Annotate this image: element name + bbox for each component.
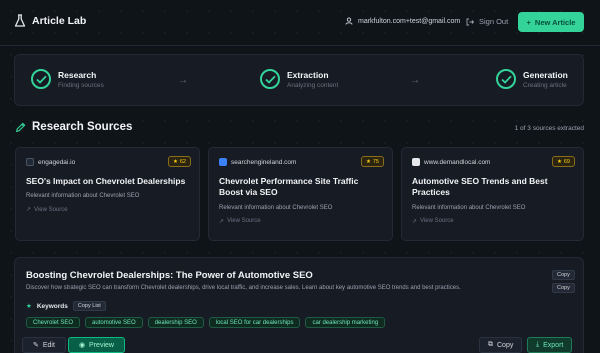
- score-badge: ★ 69: [551, 156, 575, 167]
- user-email: markfulton.com+test@gmail.com: [358, 17, 461, 25]
- keywords-row: ★ Keywords Copy List: [26, 301, 106, 311]
- new-article-label: New Article: [534, 17, 576, 27]
- sign-out-button[interactable]: Sign Out: [466, 17, 508, 26]
- score-value: 69: [563, 158, 570, 165]
- tab-preview[interactable]: ◉ Preview: [67, 337, 125, 353]
- card-description: Relevant information about Chevrolet SEO: [219, 204, 333, 211]
- view-source-label: View Source: [34, 206, 68, 213]
- user-icon: [345, 17, 353, 25]
- score-badge: ★ 75: [360, 156, 384, 167]
- step-research: Research Finding sources: [31, 69, 104, 89]
- score-badge: ★ 62: [167, 156, 191, 167]
- progress-steps: Research Finding sources → Extraction An…: [14, 54, 584, 106]
- source-card[interactable]: engagedai.io ★ 62 SEO's Impact on Chevro…: [15, 147, 200, 241]
- keyword-tag[interactable]: car dealership marketing: [305, 317, 386, 328]
- step-subtitle: Analyzing content: [287, 81, 339, 89]
- view-source-link[interactable]: ↗ View Source: [412, 218, 573, 225]
- sign-out-label: Sign Out: [479, 17, 509, 26]
- external-link-icon: ↗: [26, 207, 32, 214]
- check-circle-icon: [260, 69, 280, 89]
- app-title: Article Lab: [32, 15, 87, 27]
- score-value: 62: [179, 158, 186, 165]
- source-domain: www.demandlocal.com: [412, 156, 573, 168]
- domain-label: searchengineland.com: [231, 158, 297, 166]
- card-title: Automotive SEO Trends and Best Practices: [412, 176, 548, 198]
- domain-label: engagedai.io: [38, 158, 76, 166]
- star-icon: ★: [365, 158, 371, 165]
- keywords-label: Keywords: [36, 302, 68, 310]
- copy-icon: ⧉: [488, 341, 493, 348]
- export-label: Export: [543, 341, 564, 349]
- edit-icon: ✎: [33, 342, 39, 349]
- step-title: Generation: [523, 69, 568, 80]
- arrow-right-icon: →: [178, 75, 188, 86]
- copy-list-button[interactable]: Copy List: [72, 301, 106, 311]
- card-description: Relevant information about Chevrolet SEO: [26, 193, 140, 200]
- star-icon: ★: [556, 158, 562, 165]
- article-description: Discover how strategic SEO can transform…: [26, 285, 461, 291]
- section-title-label: Research Sources: [32, 121, 133, 133]
- external-link-icon: ↗: [412, 218, 418, 225]
- sources-count: 1 of 3 sources extracted: [514, 125, 584, 132]
- tab-edit-label: Edit: [42, 341, 55, 349]
- tab-edit[interactable]: ✎ Edit: [22, 337, 66, 353]
- copy-title-button[interactable]: Copy: [552, 270, 575, 280]
- step-subtitle: Finding sources: [58, 81, 104, 89]
- source-domain: searchengineland.com: [219, 156, 382, 168]
- keyword-tag[interactable]: Chevrolet SEO: [26, 317, 81, 328]
- view-source-label: View Source: [227, 218, 261, 225]
- check-circle-icon: [496, 69, 516, 89]
- score-value: 75: [372, 158, 379, 165]
- copy-label: Copy: [497, 341, 514, 349]
- card-description: Relevant information about Chevrolet SEO: [412, 204, 526, 211]
- favicon-icon: [219, 158, 227, 166]
- source-card[interactable]: www.demandlocal.com ★ 69 Automotive SEO …: [401, 147, 584, 241]
- source-card[interactable]: searchengineland.com ★ 75 Chevrolet Perf…: [208, 147, 393, 241]
- logo[interactable]: Article Lab: [14, 14, 86, 28]
- keyword-tag[interactable]: automotive SEO: [85, 317, 143, 328]
- sign-out-icon: [466, 18, 474, 25]
- article-title: Boosting Chevrolet Dealerships: The Powe…: [26, 270, 313, 281]
- favicon-icon: [412, 158, 420, 166]
- keyword-tags: Chevrolet SEO automotive SEO dealership …: [26, 317, 386, 328]
- user-info: markfulton.com+test@gmail.com: [345, 17, 460, 25]
- check-circle-icon: [31, 69, 51, 89]
- section-title: Research Sources: [15, 121, 132, 133]
- step-subtitle: Creating article: [523, 81, 567, 89]
- view-source-label: View Source: [420, 218, 454, 225]
- flask-icon: [14, 14, 26, 27]
- eye-icon: ◉: [78, 342, 86, 349]
- star-icon: ★: [172, 158, 178, 165]
- export-button[interactable]: ⤓ Export: [527, 337, 573, 353]
- card-title: Chevrolet Performance Site Traffic Boost…: [219, 176, 359, 198]
- copy-article-button[interactable]: ⧉ Copy: [479, 337, 523, 353]
- pen-icon: [15, 122, 26, 132]
- new-article-button[interactable]: + New Article: [518, 12, 584, 32]
- card-title: SEO's Impact on Chevrolet Dealerships: [26, 176, 186, 186]
- step-generation: Generation Creating article: [496, 69, 568, 89]
- copy-description-button[interactable]: Copy: [552, 283, 575, 293]
- external-link-icon: ↗: [219, 218, 225, 225]
- globe-icon: [26, 158, 34, 166]
- keywords-icon: ★: [26, 303, 32, 310]
- download-icon: ⤓: [536, 341, 540, 348]
- domain-label: www.demandlocal.com: [424, 158, 491, 166]
- tab-preview-label: Preview: [89, 341, 114, 349]
- keyword-tag[interactable]: dealership SEO: [147, 317, 204, 328]
- view-source-link[interactable]: ↗ View Source: [26, 206, 189, 214]
- plus-icon: +: [526, 17, 531, 27]
- view-source-link[interactable]: ↗ View Source: [219, 218, 382, 225]
- step-extraction: Extraction Analyzing content: [260, 69, 338, 89]
- keyword-tag[interactable]: local SEO for car dealerships: [208, 317, 301, 328]
- step-title: Research: [58, 69, 97, 80]
- arrow-right-icon: →: [410, 75, 420, 86]
- source-domain: engagedai.io: [26, 156, 189, 168]
- app-header: Article Lab markfulton.com+test@gmail.co…: [0, 0, 600, 46]
- view-tabs: ✎ Edit ◉ Preview: [22, 337, 125, 353]
- step-title: Extraction: [287, 69, 329, 80]
